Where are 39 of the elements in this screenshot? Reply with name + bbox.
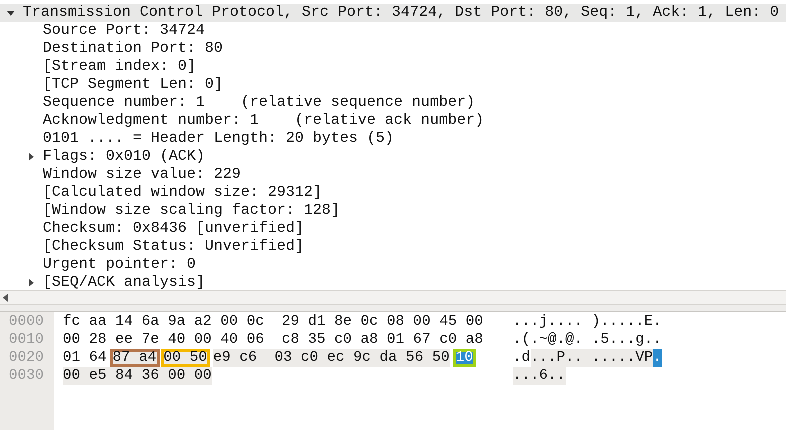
ascii-text[interactable]: ...j.... ).....E. bbox=[513, 313, 662, 331]
tree-row[interactable]: Checksum: 0x8436 [unverified] bbox=[0, 220, 304, 238]
hex-bytes[interactable]: 10 bbox=[452, 349, 476, 367]
tree-row[interactable]: Transmission Control Protocol, Src Port: 34724, Dst Port: 80, Seq: 1, Ack: 1, Len: 0 bbox=[0, 4, 786, 22]
tree-row[interactable]: Window size value: 229 bbox=[0, 166, 242, 184]
expand-down-icon[interactable] bbox=[6, 8, 16, 18]
hex-bytes[interactable]: 87 a4 bbox=[110, 349, 160, 367]
scroll-left-icon[interactable] bbox=[3, 294, 9, 302]
ascii-text[interactable]: .(.~@.@. .5...g.. bbox=[513, 331, 662, 349]
byte-offset: 0030 bbox=[8, 367, 46, 385]
tree-row[interactable]: [Calculated window size: 29312] bbox=[0, 184, 322, 202]
ascii-text[interactable]: .d bbox=[513, 349, 531, 367]
tree-row[interactable]: Flags: 0x010 (ACK) bbox=[0, 148, 206, 166]
ascii-text[interactable]: ...6.. bbox=[513, 367, 566, 385]
byte-offset: 0020 bbox=[8, 349, 46, 367]
hex-bytes[interactable]: 00 28 ee 7e 40 00 40 06 c8 35 c0 a8 01 67 c0 a8 bbox=[63, 331, 484, 349]
ascii-text[interactable]: ...P.. .....VP bbox=[530, 349, 654, 367]
tree-row[interactable]: Urgent pointer: 0 bbox=[0, 256, 196, 274]
tree-row[interactable]: Sequence number: 1 (relative sequence number) bbox=[0, 94, 476, 112]
hex-bytes[interactable]: e9 c6 03 c0 ec 9c da 56 50 bbox=[213, 349, 450, 367]
ascii-text[interactable]: . bbox=[653, 349, 662, 367]
expand-right-icon[interactable] bbox=[26, 152, 36, 162]
tree-row[interactable]: Destination Port: 80 bbox=[0, 40, 224, 58]
byte-offset: 0000 bbox=[8, 313, 46, 331]
tree-row[interactable]: Source Port: 34724 bbox=[0, 22, 206, 40]
hex-bytes[interactable]: 01 64 bbox=[63, 349, 107, 367]
tree-row[interactable]: [Window size scaling factor: 128] bbox=[0, 202, 340, 220]
horizontal-scrollbar[interactable] bbox=[0, 290, 786, 305]
tree-row[interactable]: 0101 .... = Header Length: 20 bytes (5) bbox=[0, 130, 394, 148]
byte-offset: 0010 bbox=[8, 331, 46, 349]
hex-bytes[interactable]: fc aa 14 6a 9a a2 00 0c 29 d1 8e 0c 08 00 45 00 bbox=[63, 313, 484, 331]
tree-row[interactable]: [Stream index: 0] bbox=[0, 58, 196, 76]
hex-bytes[interactable]: 00 e5 84 36 00 00 bbox=[63, 367, 212, 385]
hex-bytes[interactable]: 00 50 bbox=[160, 349, 210, 367]
tree-row[interactable]: [SEQ/ACK analysis] bbox=[0, 274, 206, 290]
tree-row[interactable]: [TCP Segment Len: 0] bbox=[0, 76, 224, 94]
expand-right-icon[interactable] bbox=[26, 278, 36, 288]
tree-row[interactable]: [Checksum Status: Unverified] bbox=[0, 238, 304, 256]
tree-row[interactable]: Acknowledgment number: 1 (relative ack number) bbox=[0, 112, 484, 130]
